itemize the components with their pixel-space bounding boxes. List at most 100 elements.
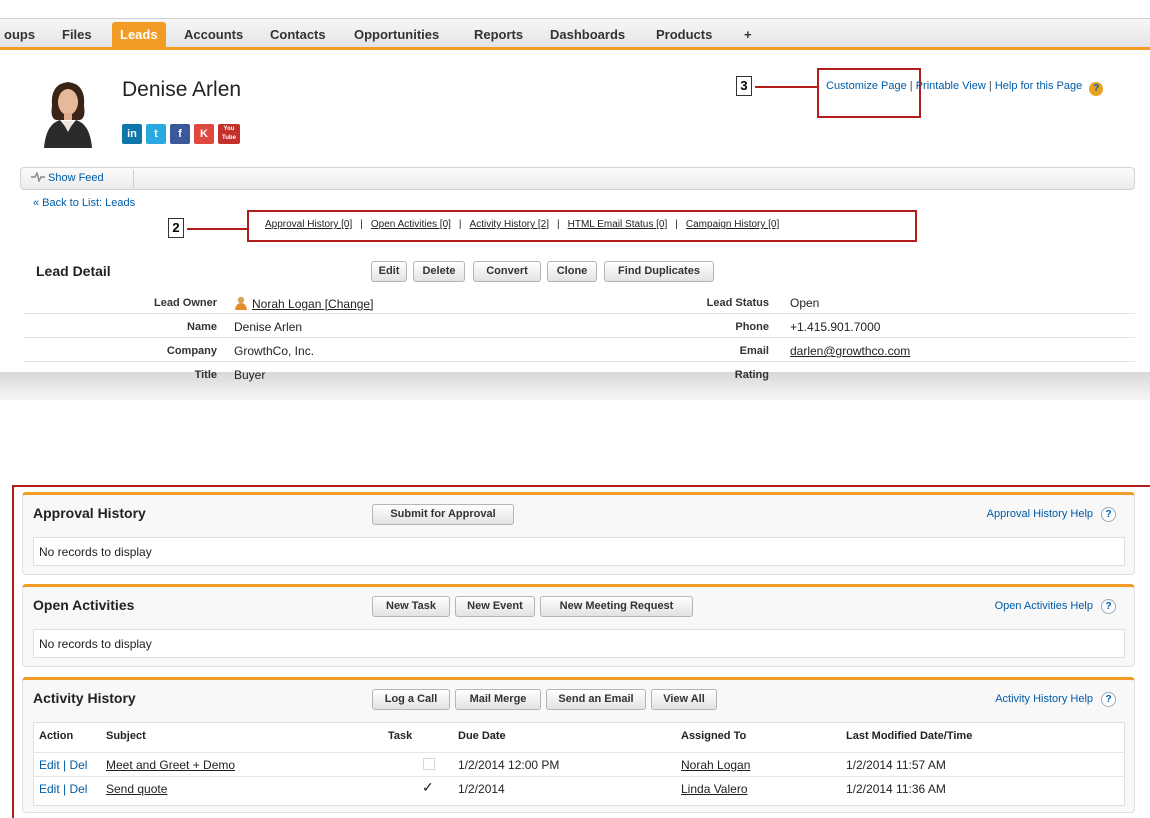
tab-groups[interactable]: oups — [0, 24, 39, 46]
related-link-activity-history[interactable]: Activity History [2] — [470, 219, 549, 230]
mail-merge-button[interactable]: Mail Merge — [455, 689, 541, 710]
tab-accounts[interactable]: Accounts — [180, 24, 247, 46]
edit-button[interactable]: Edit — [371, 261, 407, 282]
related-list-links: Approval History [0] | Open Activities [0]… — [265, 219, 779, 230]
help-page-link[interactable]: Help for this Page — [995, 80, 1082, 92]
approval-history-help-link[interactable]: Approval History Help — [987, 508, 1093, 520]
field-label: Email — [739, 345, 769, 357]
twitter-icon[interactable]: t — [146, 124, 166, 144]
related-link-html-email-status[interactable]: HTML Email Status [0] — [568, 219, 668, 230]
help-icon[interactable]: ? — [1101, 599, 1116, 614]
tab-reports[interactable]: Reports — [470, 24, 527, 46]
related-link-campaign-history[interactable]: Campaign History [0] — [686, 219, 779, 230]
open-activities-title: Open Activities — [33, 597, 135, 613]
record-name: Denise Arlen — [122, 78, 242, 101]
help-icon[interactable]: ? — [1101, 692, 1116, 707]
detail-row: Company GrowthCo, Inc. Email darlen@grow… — [24, 340, 1135, 362]
field-label: Phone — [735, 321, 769, 333]
subject-link[interactable]: Send quote — [106, 782, 167, 796]
column-header-action: Action — [39, 730, 74, 742]
approval-history-list: Approval History Submit for Approval App… — [22, 492, 1135, 575]
open-activities-help-link[interactable]: Open Activities Help — [995, 600, 1093, 612]
tab-dashboards[interactable]: Dashboards — [546, 24, 629, 46]
subject-link[interactable]: Meet and Greet + Demo — [106, 758, 235, 772]
log-a-call-button[interactable]: Log a Call — [372, 689, 450, 710]
tab-add[interactable]: + — [740, 24, 756, 46]
new-event-button[interactable]: New Event — [455, 596, 535, 617]
assigned-to-link[interactable]: Linda Valero — [681, 782, 748, 796]
lead-status-value: Open — [790, 296, 820, 310]
convert-button[interactable]: Convert — [473, 261, 541, 282]
clone-button[interactable]: Clone — [547, 261, 597, 282]
new-meeting-request-button[interactable]: New Meeting Request — [540, 596, 693, 617]
show-feed-label: Show Feed — [48, 172, 104, 184]
printable-view-link[interactable]: Printable View — [916, 80, 986, 92]
table-row: Edit | Del Send quote ✓ 1/2/2014 Linda V… — [34, 776, 1124, 800]
column-header-assigned-to: Assigned To — [681, 730, 747, 742]
callout-line-3 — [755, 86, 817, 88]
no-records-message: No records to display — [33, 629, 1125, 658]
tab-contacts[interactable]: Contacts — [266, 24, 330, 46]
lead-owner-link[interactable]: Norah Logan [Change] — [252, 297, 373, 311]
show-feed-button[interactable]: Show Feed — [31, 170, 104, 184]
tab-products[interactable]: Products — [652, 24, 716, 46]
feed-bar: Show Feed — [20, 167, 1135, 190]
no-records-message: No records to display — [33, 537, 1125, 566]
find-duplicates-button[interactable]: Find Duplicates — [604, 261, 714, 282]
email-link[interactable]: darlen@growthco.com — [790, 344, 910, 358]
column-header-subject: Subject — [106, 730, 146, 742]
detail-row: Lead Owner Norah Logan [Change] Lead Sta… — [24, 292, 1135, 314]
task-checkmark-icon: ✓ — [422, 779, 434, 795]
send-an-email-button[interactable]: Send an Email — [546, 689, 646, 710]
name-value: Denise Arlen — [234, 320, 303, 334]
related-separator: | — [458, 219, 462, 230]
activity-history-title: Activity History — [33, 690, 136, 706]
edit-del-actions[interactable]: Edit | Del — [39, 782, 87, 796]
open-activities-help[interactable]: Open Activities Help? — [995, 599, 1116, 614]
title-value: Buyer — [234, 368, 266, 382]
youtube-icon[interactable]: You Tube — [218, 124, 240, 144]
callout-number-3: 3 — [736, 76, 752, 96]
lead-owner-value[interactable]: Norah Logan [Change] — [234, 296, 373, 311]
new-task-button[interactable]: New Task — [372, 596, 450, 617]
view-all-button[interactable]: View All — [651, 689, 717, 710]
related-separator: | — [360, 219, 363, 230]
activity-history-help-link[interactable]: Activity History Help — [995, 693, 1093, 705]
callout-number-2: 2 — [168, 218, 184, 238]
activity-history-help[interactable]: Activity History Help? — [995, 692, 1116, 707]
tab-leads[interactable]: Leads — [112, 22, 166, 48]
lead-header-section: oups Files Leads Accounts Contacts Oppor… — [0, 0, 1150, 400]
field-label: Company — [166, 345, 217, 357]
last-modified-value: 1/2/2014 11:57 AM — [846, 758, 946, 772]
back-to-list-link[interactable]: « Back to List: Leads — [33, 197, 135, 209]
last-modified-value: 1/2/2014 11:36 AM — [846, 782, 946, 796]
column-header-last-modified: Last Modified Date/Time — [846, 730, 973, 742]
edit-del-actions[interactable]: Edit | Del — [39, 758, 87, 772]
lead-detail-title: Lead Detail — [36, 263, 111, 279]
tab-files[interactable]: Files — [58, 24, 96, 46]
assigned-to-link[interactable]: Norah Logan — [681, 758, 750, 772]
delete-button[interactable]: Delete — [413, 261, 465, 282]
related-separator: | — [557, 219, 560, 230]
customize-page-link[interactable]: Customize Page — [826, 80, 907, 92]
klout-icon[interactable]: K — [194, 124, 214, 144]
help-icon[interactable]: ? — [1089, 82, 1104, 96]
link-separator: | — [909, 80, 913, 92]
column-header-due-date: Due Date — [458, 730, 506, 742]
page-links: Customize Page | Printable View | Help f… — [826, 80, 1104, 96]
detail-row: Name Denise Arlen Phone +1.415.901.7000 — [24, 316, 1135, 338]
facebook-icon[interactable]: f — [170, 124, 190, 144]
tab-opportunities[interactable]: Opportunities — [350, 24, 443, 46]
company-value: GrowthCo, Inc. — [234, 344, 315, 358]
related-link-approval-history[interactable]: Approval History [0] — [265, 219, 352, 230]
divider — [133, 170, 134, 188]
approval-history-help[interactable]: Approval History Help? — [987, 507, 1116, 522]
column-header-task: Task — [388, 730, 413, 742]
link-separator: | — [988, 80, 992, 92]
help-icon[interactable]: ? — [1101, 507, 1116, 522]
field-label: Lead Owner — [154, 297, 217, 309]
field-label: Name — [187, 321, 217, 333]
related-link-open-activities[interactable]: Open Activities [0] — [371, 219, 451, 230]
linkedin-icon[interactable]: in — [122, 124, 142, 144]
submit-for-approval-button[interactable]: Submit for Approval — [372, 504, 514, 525]
